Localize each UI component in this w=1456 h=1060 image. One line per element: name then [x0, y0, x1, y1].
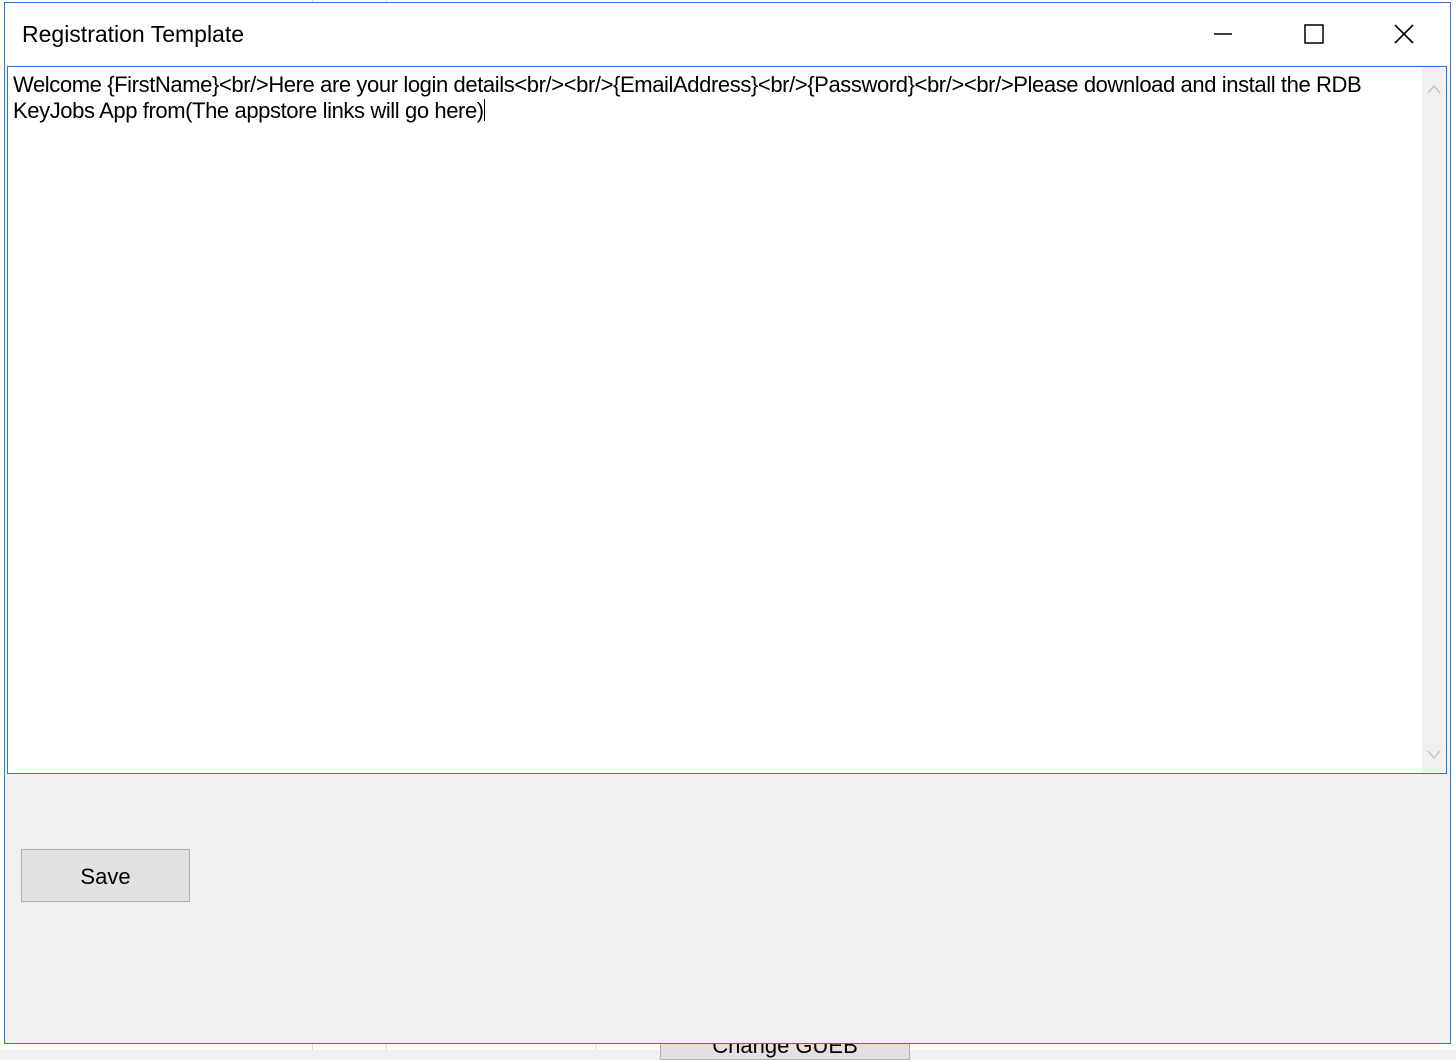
template-text-editor[interactable]: Welcome {FirstName}<br/>Here are your lo…: [7, 66, 1447, 774]
registration-template-dialog: Registration Template Welcome {FirstName…: [4, 2, 1451, 1044]
scroll-up-button[interactable]: [1422, 77, 1446, 101]
title-bar[interactable]: Registration Template: [5, 3, 1450, 65]
template-text: Welcome {FirstName}<br/>Here are your lo…: [13, 72, 1367, 123]
scroll-down-button[interactable]: [1422, 743, 1446, 767]
close-button[interactable]: [1358, 3, 1450, 65]
template-text-content[interactable]: Welcome {FirstName}<br/>Here are your lo…: [13, 72, 1403, 124]
save-button[interactable]: Save: [21, 849, 190, 902]
close-icon: [1394, 24, 1414, 44]
maximize-icon: [1304, 24, 1324, 44]
chevron-up-icon: [1427, 84, 1441, 94]
vertical-scrollbar[interactable]: [1422, 67, 1446, 773]
chevron-down-icon: [1427, 750, 1441, 760]
text-caret: [483, 99, 485, 121]
maximize-button[interactable]: [1268, 3, 1360, 65]
window-title: Registration Template: [22, 21, 245, 47]
minimize-button[interactable]: [1177, 3, 1269, 65]
minimize-icon: [1214, 33, 1232, 35]
